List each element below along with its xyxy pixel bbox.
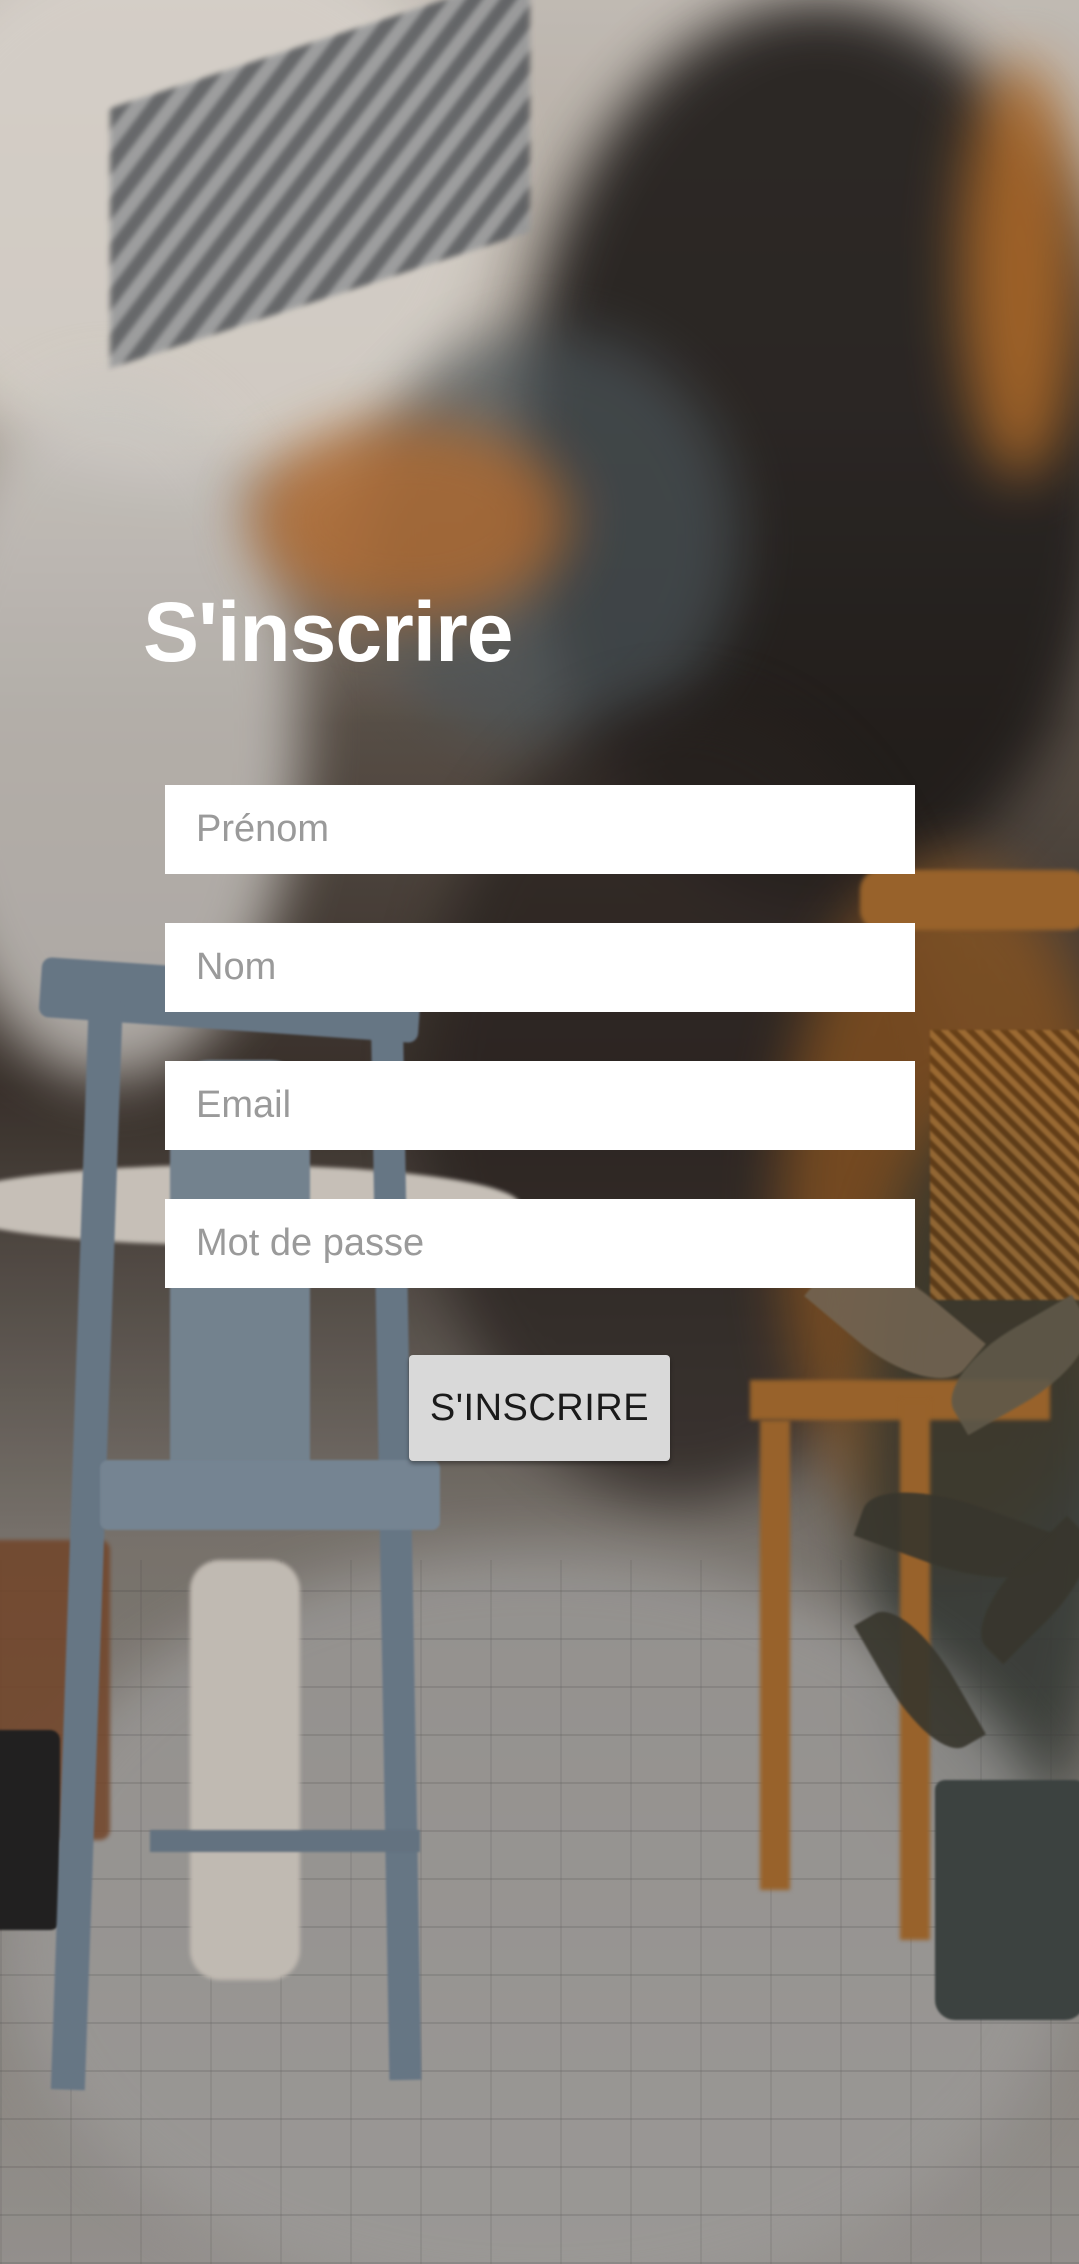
first-name-field[interactable] — [165, 785, 915, 874]
email-field[interactable] — [165, 1061, 915, 1150]
signup-button[interactable]: S'INSCRIRE — [409, 1355, 670, 1461]
last-name-field[interactable] — [165, 923, 915, 1012]
page-title: S'inscrire — [143, 585, 514, 679]
password-field[interactable] — [165, 1199, 915, 1288]
